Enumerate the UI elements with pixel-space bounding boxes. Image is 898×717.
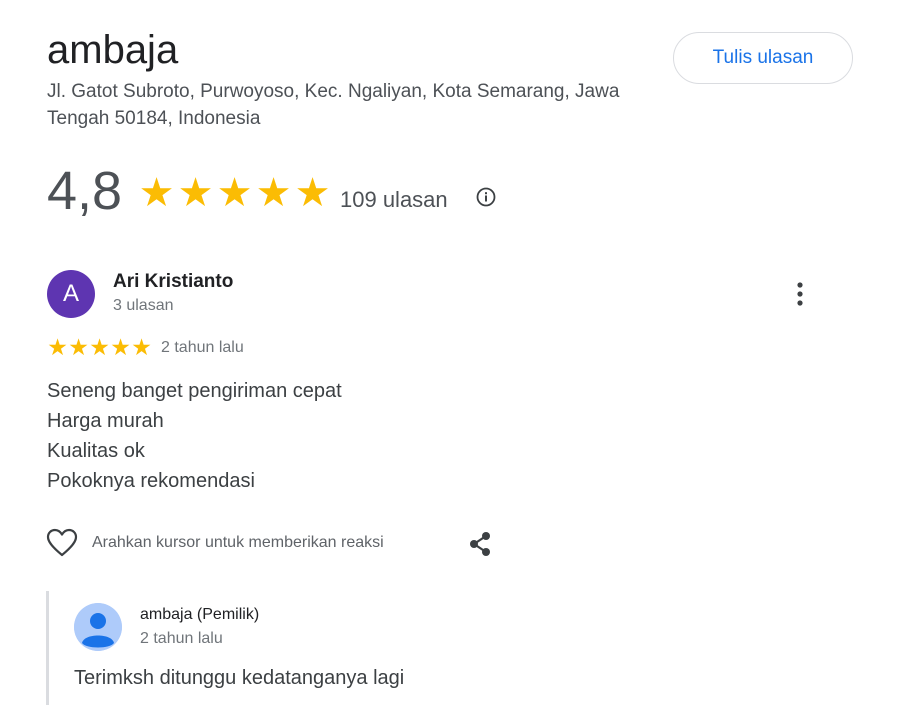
star-icon: ★ [110,334,131,360]
reviewer-review-count: 3 ulasan [113,297,174,314]
star-icon: ★ [138,171,175,215]
star-icon: ★ [68,334,89,360]
owner-reply-text: Terimksh ditunggu kedatanganya lagi [74,667,405,689]
review-count[interactable]: 109 ulasan [340,186,448,214]
share-icon[interactable] [466,530,494,558]
star-icon: ★ [294,171,331,215]
star-icon: ★ [255,171,292,215]
info-icon[interactable] [475,186,497,208]
write-review-button[interactable]: Tulis ulasan [673,32,853,84]
rating-stars: ★ ★ ★ ★ ★ [138,171,331,215]
rating-value: 4,8 [47,161,123,221]
owner-name: ambaja (Pemilik) [140,606,260,623]
place-address: Jl. Gatot Subroto, Purwoyoso, Kec. Ngali… [47,81,620,129]
star-icon: ★ [131,334,152,360]
person-icon [74,603,122,651]
star-icon: ★ [177,171,214,215]
review-text-line: Kualitas ok [47,440,145,462]
reaction-hint: Arahkan kursor untuk memberikan reaksi [92,534,384,551]
review-text: Seneng banget pengiriman cepat Harga mur… [47,376,342,496]
review-text-line: Seneng banget pengiriman cepat [47,380,342,402]
more-vert-icon[interactable] [788,280,812,308]
review-stars: ★ ★ ★ ★ ★ [47,334,152,360]
star-icon: ★ [89,334,110,360]
place-title: ambaja [47,28,179,72]
reviewer-avatar[interactable]: A [47,270,95,318]
heart-icon[interactable] [46,528,78,558]
review-text-line: Harga murah [47,410,164,432]
review-date: 2 tahun lalu [161,339,244,356]
owner-reply-divider [46,591,49,705]
star-icon: ★ [47,334,68,360]
star-icon: ★ [216,171,253,215]
reviewer-name[interactable]: Ari Kristianto [113,271,233,293]
review-text-line: Pokoknya rekomendasi [47,470,255,492]
owner-reply-date: 2 tahun lalu [140,630,223,647]
